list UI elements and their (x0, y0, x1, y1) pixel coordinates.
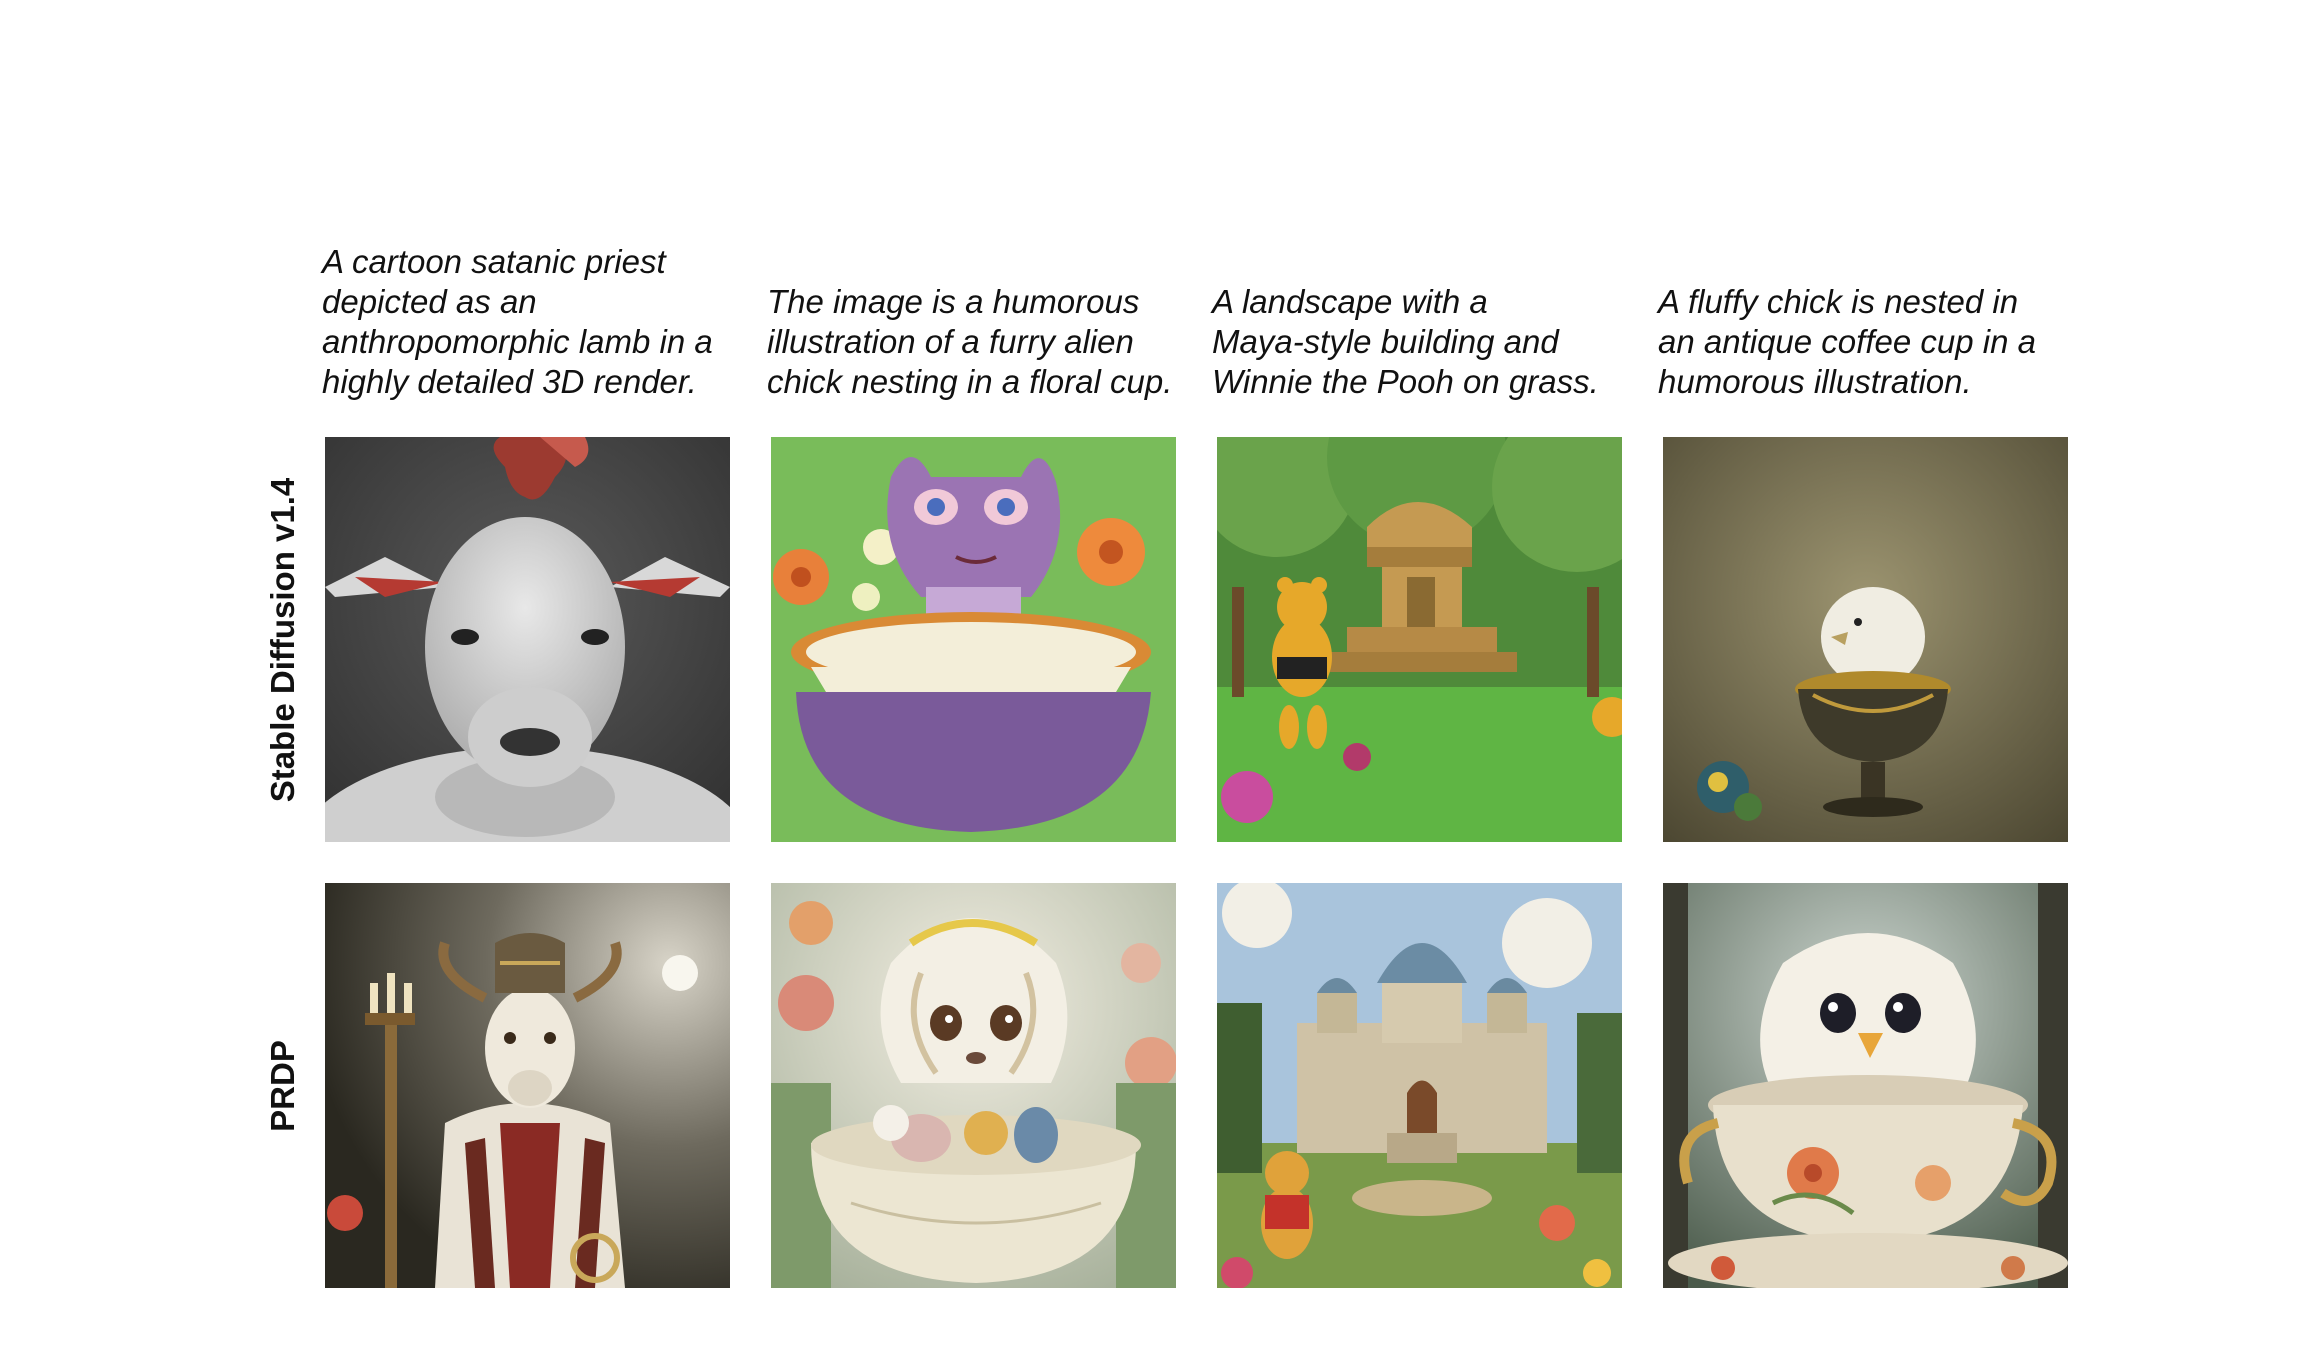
prdp-fluffy-chick-illustration (1663, 883, 2068, 1288)
pooh-figure (1261, 1151, 1313, 1259)
caption-col-4: A fluffy chick is nested in an antique c… (1658, 232, 2073, 402)
caption-text: A fluffy chick is nested in an antique c… (1658, 283, 2036, 400)
image-prdp-maya-pooh (1217, 883, 1622, 1288)
caption-text: A landscape with a Maya-style building a… (1212, 283, 1599, 400)
caption-text: A cartoon satanic priest depicted as an … (322, 243, 713, 400)
sd-fluffy-chick-illustration (1663, 437, 2068, 842)
image-sd-fluffy-chick (1663, 437, 2068, 842)
caption-col-2: The image is a humorous illustration of … (767, 232, 1182, 402)
caption-col-1: A cartoon satanic priest depicted as an … (322, 232, 737, 402)
image-sd-maya-pooh (1217, 437, 1622, 842)
caption-text: The image is a humorous illustration of … (767, 283, 1173, 400)
caption-col-3: A landscape with a Maya-style building a… (1212, 232, 1627, 402)
image-prdp-fluffy-chick (1663, 883, 2068, 1288)
prdp-maya-pooh-illustration (1217, 883, 1622, 1288)
image-prdp-furry-alien-chick (771, 883, 1176, 1288)
sd-alien-chick-illustration (771, 437, 1176, 842)
sd-maya-pooh-illustration (1217, 437, 1622, 842)
row-label-stable-diffusion: Stable Diffusion v1.4 (264, 477, 301, 803)
image-sd-alien-chick (771, 437, 1176, 842)
image-sd-lamb-priest (325, 437, 730, 842)
figure: A cartoon satanic priest depicted as an … (0, 0, 2324, 1364)
sd-lamb-illustration (325, 437, 730, 842)
image-prdp-goat-priest (325, 883, 730, 1288)
prdp-furry-alien-chick-illustration (771, 883, 1176, 1288)
prdp-goat-priest-illustration (325, 883, 730, 1288)
row-label-prdp: PRDP (264, 1040, 301, 1132)
